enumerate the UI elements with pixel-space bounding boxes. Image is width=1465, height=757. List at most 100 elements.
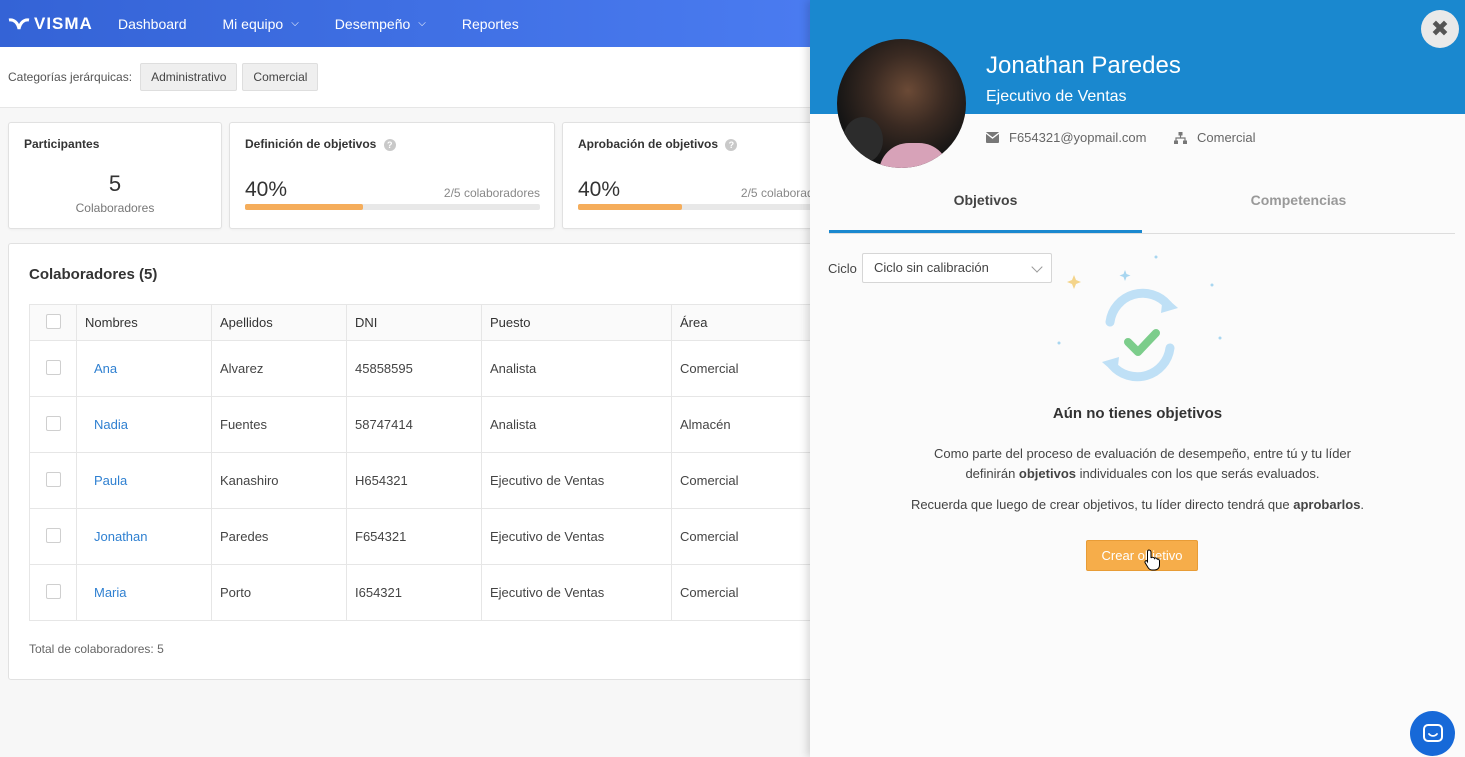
position-cell: Ejecutivo de Ventas (481, 452, 672, 509)
person-role: Ejecutivo de Ventas (986, 88, 1127, 105)
email-text: F654321@yopmail.com (1009, 130, 1147, 145)
chevron-down-icon (1031, 261, 1043, 273)
select-all-checkbox[interactable] (45, 313, 61, 329)
nav-reportes-label: Reportes (461, 15, 519, 32)
chat-button[interactable] (1410, 711, 1455, 756)
empty-state-note: Recuerda que luego de crear objetivos, t… (870, 497, 1405, 512)
nav-dashboard[interactable]: Dashboard (100, 0, 205, 47)
close-icon[interactable]: ✖ (1421, 10, 1459, 48)
area-text: Comercial (1197, 130, 1256, 145)
collaborator-detail-panel: ✖ Jonathan Paredes Ejecutivo de Ventas F… (810, 0, 1465, 757)
collaborators-table: Nombres Apellidos DNI Puesto Área Ana Al… (29, 304, 819, 621)
table-row: Nadia Fuentes 58747414 Analista Almacén (29, 396, 819, 453)
area-cell: Comercial (671, 508, 819, 565)
surname-cell: Porto (211, 564, 347, 621)
definition-title-wrap: Definición de objetivos ? (245, 137, 396, 151)
table-row: Paula Kanashiro H654321 Ejecutivo de Ven… (29, 452, 819, 509)
help-icon[interactable]: ? (725, 138, 738, 151)
name-link[interactable]: Nadia (76, 396, 212, 453)
nav-reportes[interactable]: Reportes (444, 0, 537, 47)
create-objective-button[interactable]: Crear objetivo (1086, 540, 1198, 571)
definition-count: 2/5 colaboradores (443, 186, 540, 200)
area-cell: Comercial (671, 452, 819, 509)
cycle-select[interactable]: Ciclo sin calibración (862, 253, 1052, 283)
hand-cursor-icon (1144, 549, 1160, 571)
dni-cell: H654321 (346, 452, 482, 509)
table-row: Jonathan Paredes F654321 Ejecutivo de Ve… (29, 508, 819, 565)
participants-title: Participantes (24, 137, 100, 151)
row-checkbox-cell (29, 452, 77, 509)
approval-title-wrap: Aprobación de objetivos ? (578, 137, 738, 151)
name-link[interactable]: Paula (76, 452, 212, 509)
category-chip-administrativo[interactable]: Administrativo (140, 63, 238, 91)
participants-sub: Colaboradores (75, 201, 155, 215)
definition-progress-fill (245, 204, 363, 210)
surname-cell: Paredes (211, 508, 347, 565)
avatar (837, 39, 966, 168)
avatar-shirt (879, 143, 949, 168)
desc-2c: . (1360, 497, 1365, 512)
participants-card: Participantes 5 Colaboradores (8, 122, 222, 229)
empty-state-title: Aún no tienes objetivos (1052, 405, 1223, 422)
row-checkbox[interactable] (45, 471, 61, 487)
help-icon[interactable]: ? (383, 138, 396, 151)
table-row: Ana Alvarez 45858595 Analista Comercial (29, 340, 819, 397)
name-link[interactable]: Ana (76, 340, 212, 397)
sync-check-illustration-icon (1057, 255, 1222, 382)
row-checkbox-cell (29, 340, 77, 397)
surname-cell: Alvarez (211, 340, 347, 397)
dni-cell: 45858595 (346, 340, 482, 397)
header-area[interactable]: Área (671, 304, 819, 341)
header-puesto[interactable]: Puesto (481, 304, 672, 341)
desc-2b: aprobarlos (1293, 497, 1361, 512)
approval-card: Aprobación de objetivos ? 40% 2/5 colabo… (562, 122, 852, 229)
approval-title: Aprobación de objetivos (578, 137, 719, 151)
cycle-label: Ciclo (828, 261, 857, 276)
visma-logo[interactable]: VISMA (0, 14, 100, 34)
header-dni[interactable]: DNI (346, 304, 482, 341)
sparkle-icon (1067, 275, 1081, 289)
categories-label: Categorías jerárquicas: (8, 70, 133, 84)
email-meta: F654321@yopmail.com (986, 130, 1146, 145)
position-cell: Analista (481, 396, 672, 453)
nav-desempeno[interactable]: Desempeño ⌵ (317, 0, 444, 47)
row-checkbox[interactable] (45, 527, 61, 543)
tab-objetivos[interactable]: Objetivos (829, 172, 1142, 233)
select-all-cell (29, 304, 77, 341)
surname-cell: Kanashiro (211, 452, 347, 509)
row-checkbox-cell (29, 508, 77, 565)
tab-competencias[interactable]: Competencias (1142, 172, 1455, 233)
table-header-row: Nombres Apellidos DNI Puesto Área (29, 304, 819, 341)
definition-card: Definición de objetivos ? 40% 2/5 colabo… (229, 122, 555, 229)
row-checkbox[interactable] (45, 415, 61, 431)
logo-text: VISMA (34, 13, 93, 33)
position-cell: Ejecutivo de Ventas (481, 508, 672, 565)
category-chip-comercial[interactable]: Comercial (242, 63, 319, 91)
approval-progress-track (578, 204, 837, 210)
name-link[interactable]: Jonathan (76, 508, 212, 565)
row-checkbox[interactable] (45, 359, 61, 375)
avatar-mic (843, 117, 883, 163)
chevron-down-icon: ⌵ (291, 18, 299, 29)
name-link[interactable]: Maria (76, 564, 212, 621)
total-collaborators: Total de colaboradores: 5 (29, 642, 164, 656)
chat-icon (1422, 723, 1443, 742)
nav-desempeno-label: Desempeño (334, 15, 411, 32)
definition-progress-track (245, 204, 540, 210)
envelope-icon (986, 132, 999, 143)
header-apellidos[interactable]: Apellidos (211, 304, 347, 341)
surname-cell: Fuentes (211, 396, 347, 453)
area-cell: Comercial (671, 564, 819, 621)
dni-cell: F654321 (346, 508, 482, 565)
row-checkbox[interactable] (45, 583, 61, 599)
desc-1b: objetivos (1018, 466, 1076, 481)
definition-percent: 40% (245, 178, 288, 201)
dni-cell: I654321 (346, 564, 482, 621)
person-name: Jonathan Paredes (986, 52, 1181, 79)
approval-progress-fill (578, 204, 682, 210)
header-nombres[interactable]: Nombres (76, 304, 212, 341)
visma-logo-icon (8, 17, 30, 29)
nav-mi-equipo[interactable]: Mi equipo ⌵ (205, 0, 317, 47)
position-cell: Ejecutivo de Ventas (481, 564, 672, 621)
nav-mi-equipo-label: Mi equipo (222, 15, 284, 32)
